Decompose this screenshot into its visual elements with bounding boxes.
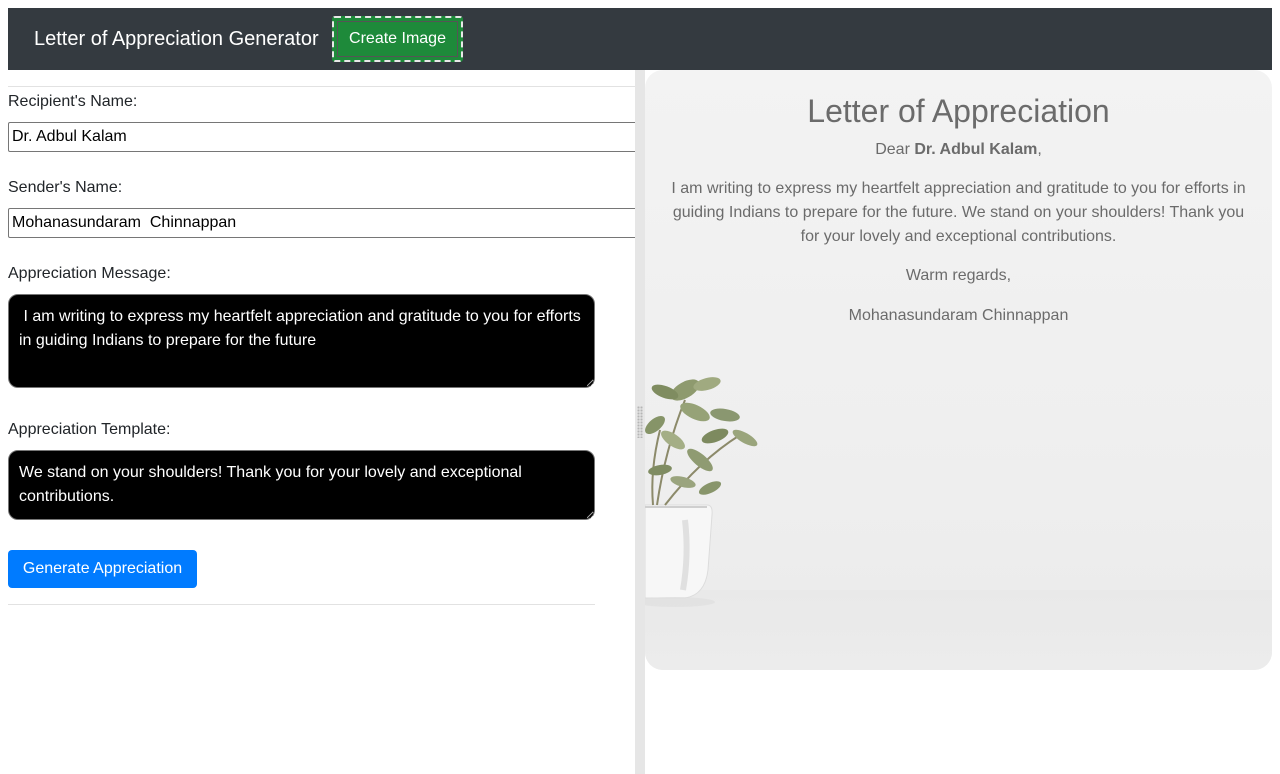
sender-name-label: Sender's Name:	[8, 179, 123, 196]
plant-image	[645, 377, 758, 607]
recipient-name-label: Recipient's Name:	[8, 93, 138, 110]
letter-body: I am writing to express my heartfelt app…	[671, 180, 1246, 245]
letter-signature: Mohanasundaram Chinnappan	[848, 307, 1069, 324]
drag-handle-icon[interactable]	[637, 406, 643, 438]
greeting-prefix: Dear	[875, 141, 915, 158]
form-pane: Recipient's Name: Sender's Name: Appreci…	[8, 70, 635, 774]
divider-top	[8, 86, 635, 87]
recipient-name-input[interactable]	[8, 122, 635, 152]
letter-greeting: Dear Dr. Adbul Kalam,	[645, 140, 1272, 160]
letter-preview-card: Letter of Appreciation Dear Dr. Adbul Ka…	[645, 70, 1272, 670]
greeting-suffix: ,	[1037, 141, 1042, 158]
appreciation-message-label: Appreciation Message:	[8, 265, 171, 282]
sender-name-input[interactable]	[8, 208, 635, 238]
letter-title: Letter of Appreciation	[807, 93, 1110, 129]
letter-closing: Warm regards,	[905, 267, 1012, 284]
appreciation-template-label: Appreciation Template:	[8, 421, 171, 438]
greeting-recipient: Dr. Adbul Kalam	[914, 141, 1038, 158]
top-navbar: Letter of Appreciation Generator Create …	[8, 8, 1272, 70]
generate-appreciation-button[interactable]: Generate Appreciation	[8, 550, 197, 588]
navbar-brand[interactable]: Letter of Appreciation Generator	[34, 27, 319, 51]
pane-splitter[interactable]	[635, 70, 645, 774]
appreciation-message-textarea[interactable]: I am writing to express my heartfelt app…	[8, 294, 595, 388]
appreciation-template-textarea[interactable]: We stand on your shoulders! Thank you fo…	[8, 450, 595, 520]
create-image-button[interactable]: Create Image	[332, 16, 463, 62]
divider-bottom	[8, 604, 595, 605]
